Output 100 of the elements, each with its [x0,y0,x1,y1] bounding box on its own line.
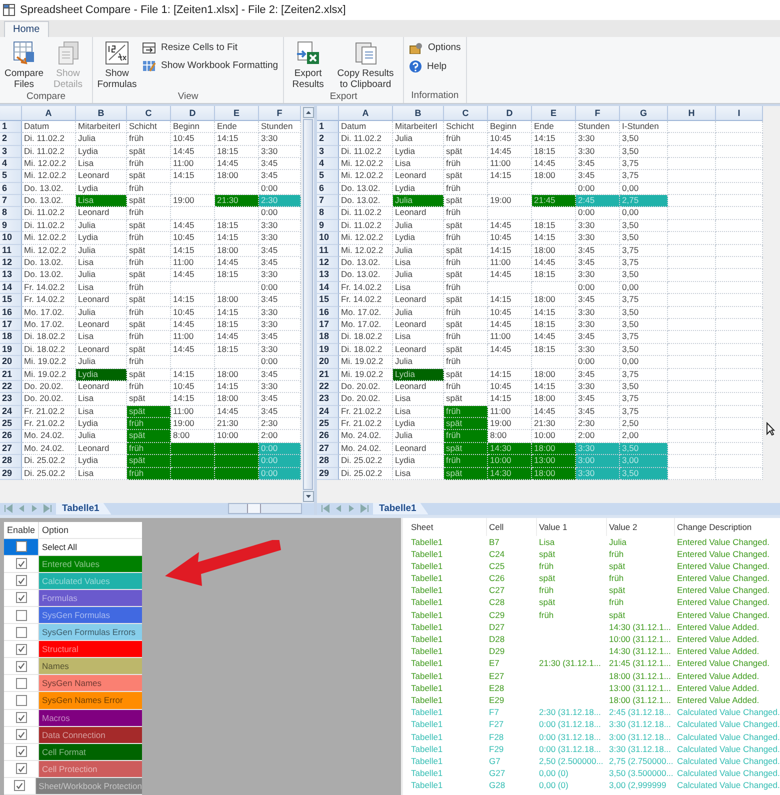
row-header[interactable]: 12 [0,257,22,270]
row-header[interactable]: 24 [0,406,22,418]
row-header[interactable]: 7 [317,195,339,208]
checkbox[interactable] [16,746,26,758]
checkbox-cell[interactable] [4,538,39,555]
checkbox[interactable] [16,729,26,740]
column-header[interactable]: Sheet [409,518,487,536]
option-label[interactable]: SysGen Names Error [39,692,142,709]
row-header[interactable]: 2 [317,133,339,146]
row-header[interactable]: 25 [317,418,339,430]
sheet-tab[interactable]: Tabelle1 [56,502,112,514]
row-header[interactable]: 5 [317,170,339,183]
checkbox[interactable] [16,712,26,724]
column-header[interactable]: B [393,106,444,121]
row-header[interactable]: 7 [0,195,22,208]
row-header[interactable]: 23 [317,393,339,406]
row-header[interactable]: 8 [0,207,22,220]
ribbon-button[interactable]: Resize Cells to Fit [140,40,280,55]
column-header[interactable]: E [215,106,259,121]
row-header[interactable]: 18 [0,331,22,344]
row-header[interactable]: 17 [0,318,22,332]
option-label[interactable]: Macros [39,710,142,726]
previous-sheet-icon[interactable] [17,504,26,513]
first-sheet-icon[interactable] [4,504,13,513]
row-header[interactable]: 4 [0,158,22,170]
row-header[interactable]: 29 [317,468,339,480]
scroll-down-icon[interactable] [302,490,314,502]
row-header[interactable]: 26 [0,430,22,443]
previous-sheet-icon[interactable] [334,504,343,513]
option-label[interactable]: Select All [39,538,142,555]
next-sheet-icon[interactable] [30,504,39,513]
row-header[interactable]: 14 [0,282,22,294]
row-header[interactable]: 28 [0,455,22,468]
row-header[interactable]: 9 [0,220,22,232]
column-header[interactable]: D [488,106,532,121]
checkbox[interactable] [16,610,26,621]
row-header[interactable]: 11 [317,244,339,258]
row-header[interactable]: 27 [0,442,22,456]
checkbox[interactable] [16,644,26,655]
column-header[interactable]: Change Description [675,518,780,536]
vertical-scrollbar[interactable] [302,106,314,502]
checkbox[interactable] [16,558,26,570]
row-header[interactable]: 1 [317,120,339,134]
column-header[interactable]: F [576,106,620,121]
option-label[interactable]: SysGen Names [39,675,142,692]
column-header[interactable]: C [127,106,171,121]
option-label[interactable]: Names [39,658,142,674]
ribbon-button[interactable]: Export Results [287,38,330,91]
column-header[interactable]: I [716,106,763,121]
ribbon-button[interactable]: Copy Results to Clipboard [331,38,400,91]
row-header[interactable]: 18 [317,331,339,344]
ribbon-button[interactable]: Options [407,40,463,55]
checkbox[interactable] [16,541,26,552]
row-header[interactable]: 13 [0,269,22,282]
checkbox[interactable] [16,694,26,706]
scroll-up-icon[interactable] [302,106,314,118]
row-header[interactable]: 17 [317,318,339,332]
row-header[interactable]: 4 [317,158,339,170]
column-header[interactable]: E [532,106,576,121]
row-header[interactable]: 3 [317,146,339,158]
last-sheet-icon[interactable] [360,504,369,513]
row-header[interactable]: 3 [0,146,22,158]
sheet-tab[interactable]: Tabelle1 [373,502,428,514]
column-header[interactable]: A [339,106,393,121]
row-header[interactable]: 16 [0,306,22,319]
checkbox[interactable] [16,575,26,586]
checkbox[interactable] [16,763,26,774]
checkbox[interactable] [16,678,26,689]
row-header[interactable]: 12 [317,257,339,270]
column-header[interactable]: A [22,106,76,121]
row-header[interactable]: 15 [0,294,22,307]
row-header[interactable]: 6 [0,182,22,196]
ribbon-button[interactable]: Help [407,58,463,74]
column-header[interactable]: C [444,106,488,121]
horizontal-scrollbar[interactable] [228,503,302,514]
column-header[interactable]: B [76,106,127,121]
row-header[interactable]: 16 [317,306,339,319]
row-header[interactable]: 29 [0,468,22,480]
row-header[interactable]: 19 [0,344,22,356]
row-header[interactable]: 9 [317,220,339,232]
row-header[interactable]: 26 [317,430,339,443]
checkbox[interactable] [16,626,26,638]
row-header[interactable]: 24 [317,406,339,418]
ribbon-button[interactable]: Show Formulas [96,38,138,91]
column-header[interactable]: Cell [487,518,537,536]
ribbon-tab[interactable]: Home [4,20,49,37]
row-header[interactable]: 28 [317,455,339,468]
row-header[interactable]: 13 [317,269,339,282]
row-header[interactable]: 27 [317,442,339,456]
row-header[interactable]: 20 [0,356,22,369]
row-header[interactable]: 6 [317,182,339,196]
row-header[interactable]: 11 [0,244,22,258]
option-label[interactable]: SysGen Formulas Errors [39,624,142,640]
row-header[interactable]: 8 [317,207,339,220]
row-header[interactable]: 20 [317,356,339,369]
row-header[interactable]: 14 [317,282,339,294]
column-header[interactable]: H [668,106,716,121]
first-sheet-icon[interactable] [321,504,330,513]
column-header[interactable]: Value 2 [607,518,675,536]
select-all-corner[interactable] [0,106,22,121]
